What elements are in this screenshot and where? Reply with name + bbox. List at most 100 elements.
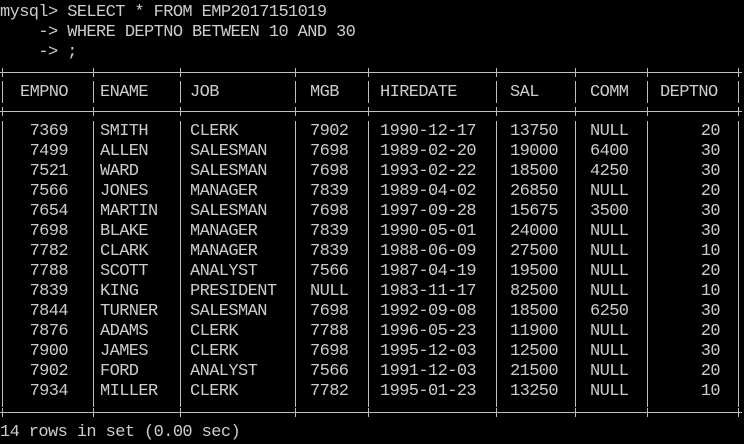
terminal-window[interactable]: mysql> SELECT * FROM EMP2017151019 -> WH… [0, 0, 744, 444]
table-cell-sal: 13750 [510, 122, 559, 141]
table-border-corner [0, 68, 6, 77]
table-cell-mgb: 7788 [310, 322, 349, 341]
table-border-corner [735, 107, 742, 116]
table-border-corner [572, 107, 579, 116]
table-cell-mgb: 7566 [310, 362, 349, 381]
table-cell-hiredate: 1991-12-03 [380, 362, 477, 381]
table-cell-comm: NULL [590, 322, 629, 341]
table-border-corner [572, 408, 579, 417]
table-cell-comm: NULL [590, 182, 629, 201]
table-cell-ename: ALLEN [100, 142, 149, 161]
table-column-separator [496, 121, 497, 407]
table-cell-empno: 7566 [29, 182, 69, 201]
table-column-separator [575, 81, 576, 103]
table-cell-mgb: 7566 [310, 262, 349, 281]
table-cell-sal: 18500 [510, 162, 559, 181]
table-cell-hiredate: 1990-05-01 [380, 222, 477, 241]
table-cell-deptno: 10 [700, 242, 721, 261]
table-border-corner [90, 68, 97, 77]
column-header-ename: ENAME [100, 83, 149, 102]
table-cell-ename: JAMES [100, 342, 149, 361]
table-border-corner [177, 408, 184, 417]
table-cell-deptno: 10 [700, 382, 721, 401]
table-cell-deptno: 20 [700, 322, 721, 341]
table-border-corner [644, 68, 651, 77]
table-cell-job: MANAGER [190, 182, 258, 201]
table-cell-empno: 7788 [29, 262, 69, 281]
table-cell-mgb: 7698 [310, 142, 349, 161]
table-cell-empno: 7934 [29, 382, 69, 401]
column-header-job: JOB [190, 83, 219, 102]
table-cell-hiredate: 1996-05-23 [380, 322, 477, 341]
table-border-corner [735, 408, 742, 417]
table-cell-ename: MILLER [100, 382, 158, 401]
table-border-corner [735, 68, 742, 77]
table-cell-hiredate: 1990-12-17 [380, 122, 477, 141]
table-cell-job: CLERK [190, 342, 239, 361]
table-column-separator [180, 81, 181, 103]
table-border-corner [0, 107, 6, 116]
table-border-corner [292, 408, 299, 417]
table-cell-deptno: 30 [700, 202, 721, 221]
table-cell-hiredate: 1993-02-22 [380, 162, 477, 181]
table-cell-ename: TURNER [100, 302, 158, 321]
table-column-separator [368, 121, 369, 407]
table-cell-comm: NULL [590, 342, 629, 361]
table-cell-hiredate: 1989-04-02 [380, 182, 477, 201]
table-cell-comm: NULL [590, 122, 629, 141]
table-cell-mgb: 7839 [310, 242, 349, 261]
table-column-separator [647, 121, 648, 407]
table-cell-empno: 7844 [29, 302, 69, 321]
table-cell-ename: SMITH [100, 122, 149, 141]
table-cell-comm: NULL [590, 242, 629, 261]
table-cell-comm: 3500 [590, 202, 629, 221]
table-cell-comm: NULL [590, 362, 629, 381]
table-border-corner [90, 107, 97, 116]
table-cell-mgb: 7902 [310, 122, 349, 141]
table-column-separator [2, 121, 3, 407]
table-column-separator [295, 81, 296, 103]
table-cell-ename: JONES [100, 182, 149, 201]
table-border-corner [365, 408, 372, 417]
table-border-corner [493, 107, 500, 116]
table-border-corner [177, 107, 184, 116]
table-cell-deptno: 20 [700, 362, 721, 381]
table-column-separator [2, 81, 3, 103]
table-border-corner [90, 408, 97, 417]
table-cell-comm: 6400 [590, 142, 629, 161]
table-column-separator [496, 81, 497, 103]
table-cell-deptno: 30 [700, 142, 721, 161]
table-cell-empno: 7900 [29, 342, 69, 361]
table-cell-empno: 7782 [29, 242, 69, 261]
table-cell-job: MANAGER [190, 242, 258, 261]
table-cell-mgb: 7782 [310, 382, 349, 401]
table-cell-job: SALESMAN [190, 202, 267, 221]
table-cell-deptno: 20 [700, 262, 721, 281]
table-cell-hiredate: 1987-04-19 [380, 262, 477, 281]
table-cell-sal: 19500 [510, 262, 559, 281]
table-cell-comm: NULL [590, 282, 629, 301]
table-cell-mgb: NULL [310, 282, 349, 301]
table-column-separator [738, 81, 739, 103]
table-cell-job: PRESIDENT [190, 282, 277, 301]
table-cell-deptno: 30 [700, 222, 721, 241]
table-cell-empno: 7876 [29, 322, 69, 341]
table-cell-ename: WARD [100, 162, 139, 181]
table-cell-sal: 12500 [510, 342, 559, 361]
table-border-corner [292, 107, 299, 116]
table-cell-sal: 26850 [510, 182, 559, 201]
table-border-corner [572, 68, 579, 77]
table-cell-ename: ADAMS [100, 322, 149, 341]
table-cell-ename: SCOTT [100, 262, 149, 281]
table-cell-mgb: 7839 [310, 182, 349, 201]
sql-query-line-1: mysql> SELECT * FROM EMP2017151019 [0, 3, 327, 22]
table-cell-empno: 7521 [29, 162, 69, 181]
table-cell-deptno: 30 [700, 302, 721, 321]
table-border-corner [493, 68, 500, 77]
table-column-separator [575, 121, 576, 407]
table-cell-mgb: 7698 [310, 162, 349, 181]
sql-query-line-2: -> WHERE DEPTNO BETWEEN 10 AND 30 [0, 23, 356, 42]
table-column-separator [295, 121, 296, 407]
table-cell-comm: NULL [590, 222, 629, 241]
table-cell-empno: 7902 [29, 362, 69, 381]
